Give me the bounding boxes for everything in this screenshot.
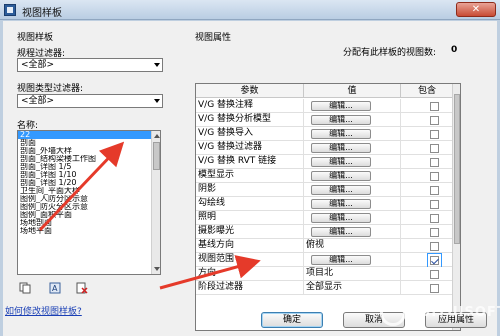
watermark: TUITUISOFT	[380, 296, 500, 334]
watermark-logo-icon	[380, 300, 406, 326]
annotation-arrow-right	[159, 255, 261, 290]
annotation-arrows	[38, 141, 261, 290]
watermark-text: TUITUISOFT	[410, 305, 500, 320]
annotation-arrow-left	[38, 141, 125, 232]
